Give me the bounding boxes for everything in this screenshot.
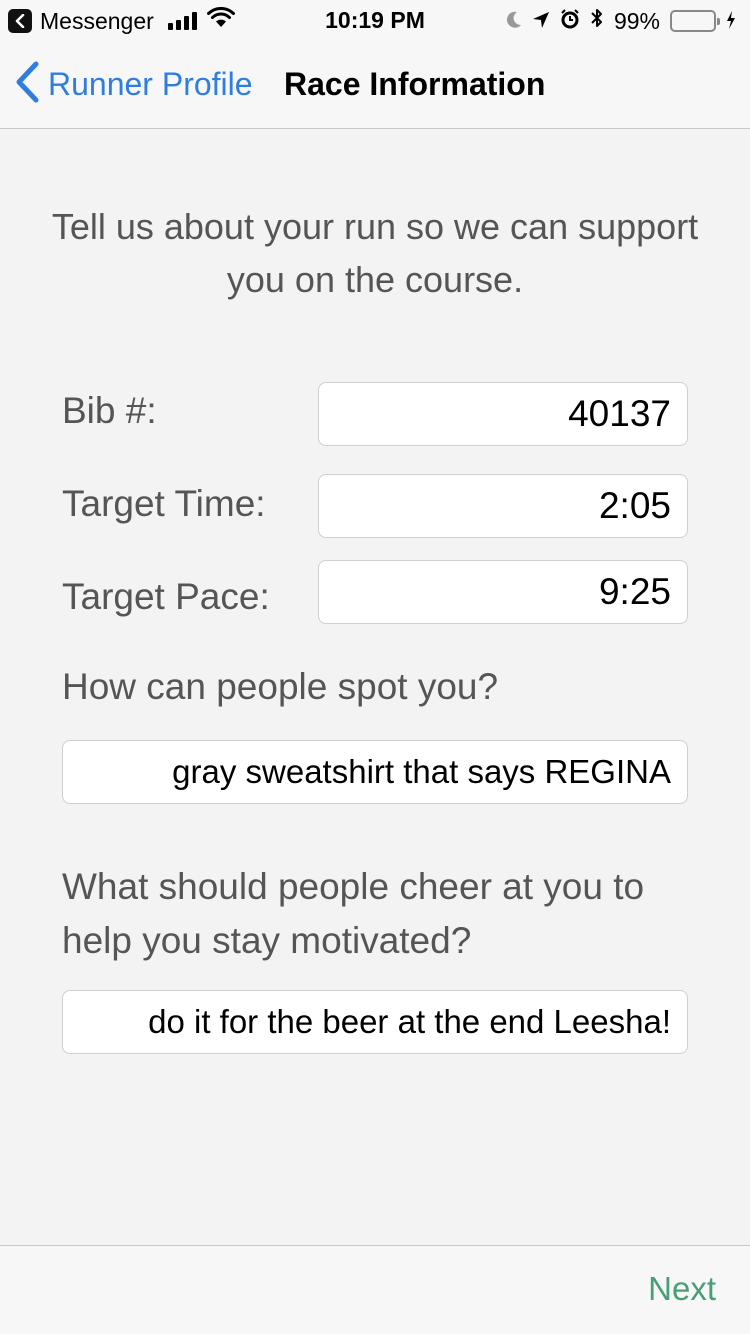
bib-input[interactable]	[318, 382, 688, 446]
location-icon	[532, 8, 550, 35]
signal-icon	[167, 12, 197, 30]
next-button[interactable]: Next	[648, 1270, 716, 1308]
moon-icon	[506, 8, 522, 35]
battery-icon	[670, 10, 720, 32]
target-time-input[interactable]	[318, 474, 688, 538]
charging-icon	[726, 8, 736, 35]
battery-percent: 99%	[613, 7, 660, 34]
status-back-app-label: Messenger	[40, 7, 154, 34]
back-app-chevron-icon	[8, 9, 32, 33]
status-back-to-app[interactable]: Messenger	[8, 6, 235, 35]
status-bar: Messenger 10:19 PM 99%	[0, 0, 750, 40]
page-title: Race Information	[284, 66, 546, 102]
target-time-label: Target Time:	[62, 483, 266, 524]
cheer-input[interactable]	[62, 990, 688, 1054]
spot-question: How can people spot you?	[62, 666, 499, 707]
wifi-icon	[206, 6, 235, 35]
alarm-icon	[560, 8, 580, 35]
back-chevron-icon	[14, 61, 40, 108]
bluetooth-icon	[590, 7, 604, 35]
intro-text: Tell us about your run so we can support…	[51, 206, 699, 300]
spot-input[interactable]	[62, 740, 688, 804]
navigation-bar: Runner Profile Race Information	[0, 40, 750, 129]
back-button[interactable]: Runner Profile	[14, 61, 253, 108]
cheer-question: What should people cheer at you to help …	[62, 866, 645, 961]
target-pace-label: Target Pace:	[62, 576, 270, 617]
status-right: 99%	[506, 7, 736, 35]
back-button-label: Runner Profile	[48, 65, 253, 102]
bottom-toolbar: Next	[0, 1245, 750, 1334]
target-pace-input[interactable]	[318, 560, 688, 624]
bib-label: Bib #:	[62, 390, 157, 431]
